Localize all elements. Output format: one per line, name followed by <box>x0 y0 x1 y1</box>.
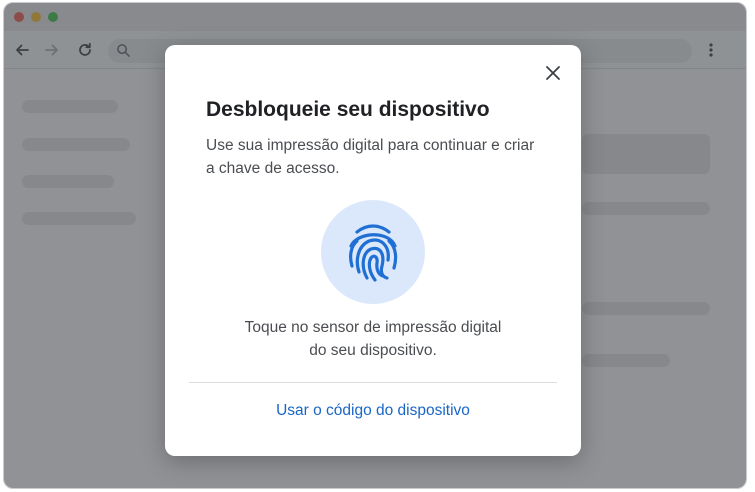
dialog-description: Use sua impressão digital para continuar… <box>206 137 535 177</box>
dialog-divider <box>189 382 557 383</box>
instruction-line-2: do seu dispositivo. <box>309 342 437 359</box>
fingerprint-badge <box>321 200 425 304</box>
close-icon[interactable] <box>542 62 564 84</box>
fingerprint-instruction: Toque no sensor de impressão digital do … <box>213 316 533 362</box>
dialog-title: Desbloqueie seu dispositivo <box>206 98 490 121</box>
fingerprint-icon <box>349 224 398 282</box>
instruction-line-1: Toque no sensor de impressão digital <box>244 319 502 336</box>
unlock-device-dialog: Desbloqueie seu dispositivo Use sua impr… <box>165 45 581 456</box>
use-device-code-link[interactable]: Usar o código do dispositivo <box>165 402 581 420</box>
